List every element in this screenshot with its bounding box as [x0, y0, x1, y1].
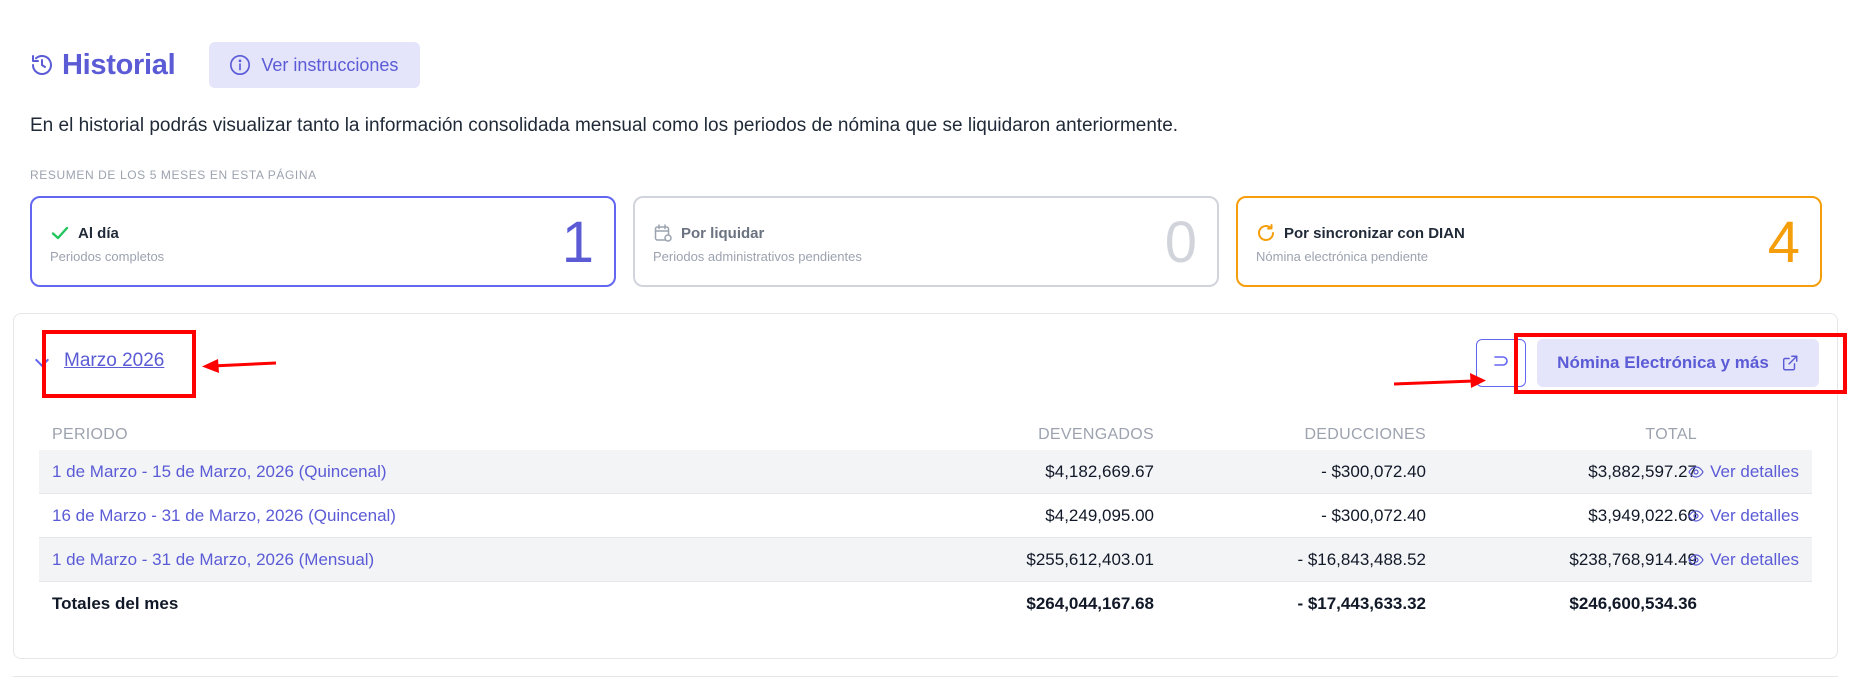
earnings-value: $255,612,403.01 [1026, 549, 1154, 569]
table-row: 1 de Marzo - 15 de Marzo, 2026 (Quincena… [39, 450, 1812, 494]
view-details-link[interactable]: Ver detalles [1688, 550, 1799, 570]
totals-deductions: - $17,443,633.32 [1297, 594, 1426, 613]
table-row: 1 de Marzo - 31 de Marzo, 2026 (Mensual)… [39, 538, 1812, 582]
header-total: TOTAL [1645, 426, 1697, 443]
view-details-label: Ver detalles [1710, 505, 1799, 525]
view-details-label: Ver detalles [1710, 461, 1799, 481]
collapse-icon [1491, 350, 1511, 376]
table-totals-row: Totales del mes $264,044,167.68 - $17,44… [39, 582, 1812, 626]
page-title: Historial [62, 48, 176, 81]
summary-card-subtitle: Periodos completos [50, 249, 165, 264]
summary-card-title-text: Al día [78, 224, 119, 242]
info-icon [229, 54, 251, 76]
totals-label: Totales del mes [52, 594, 179, 613]
summary-caption: RESUMEN DE LOS 5 MESES EN ESTA PÁGINA [30, 168, 317, 182]
header-earnings: DEVENGADOS [1038, 426, 1154, 443]
header-deductions: DEDUCCIONES [1304, 426, 1426, 443]
summary-card-count: 4 [1767, 210, 1800, 275]
summary-card-count: 1 [561, 210, 594, 275]
totals-total: $246,600,534.36 [1569, 594, 1697, 613]
summary-card-title-text: Por liquidar [681, 224, 765, 242]
summary-card-count: 0 [1164, 210, 1197, 275]
summary-card-title: Por sincronizar con DIAN [1256, 223, 1465, 243]
period-link[interactable]: 16 de Marzo - 31 de Marzo, 2026 (Quincen… [52, 506, 396, 526]
view-details-link[interactable]: Ver detalles [1688, 462, 1799, 482]
check-icon [50, 223, 70, 243]
period-link[interactable]: 1 de Marzo - 15 de Marzo, 2026 (Quincena… [52, 462, 387, 482]
header-period: PERIODO [52, 426, 128, 443]
eye-icon [1688, 553, 1704, 566]
total-value: $3,882,597.27 [1588, 461, 1697, 481]
summary-card-pending-liquidation[interactable]: Por liquidar Periodos administrativos pe… [633, 196, 1219, 287]
total-value: $3,949,022.60 [1588, 505, 1697, 525]
intro-text: En el historial podrás visualizar tanto … [30, 115, 1179, 136]
summary-card-title: Al día [50, 223, 119, 243]
summary-card-title-text: Por sincronizar con DIAN [1284, 224, 1465, 242]
totals-earnings: $264,044,167.68 [1026, 594, 1154, 613]
deductions-value: - $300,072.40 [1321, 461, 1426, 481]
deductions-value: - $300,072.40 [1321, 505, 1426, 525]
table-row: 16 de Marzo - 31 de Marzo, 2026 (Quincen… [39, 494, 1812, 538]
period-link[interactable]: 1 de Marzo - 31 de Marzo, 2026 (Mensual) [52, 550, 374, 570]
history-icon [30, 53, 54, 77]
page-header: Historial Ver instrucciones [30, 42, 421, 88]
view-details-label: Ver detalles [1710, 549, 1799, 569]
summary-card-up-to-date[interactable]: Al día Periodos completos 1 [30, 196, 616, 287]
deductions-value: - $16,843,488.52 [1297, 549, 1426, 569]
annotation-highlight-button [1514, 333, 1847, 394]
table-header: PERIODO DEVENGADOS DEDUCCIONES TOTAL [39, 420, 1812, 450]
next-panel-edge [13, 676, 1838, 677]
instructions-button[interactable]: Ver instrucciones [209, 42, 421, 88]
annotation-highlight-month [42, 330, 196, 398]
eye-icon [1688, 465, 1704, 478]
summary-card-subtitle: Periodos administrativos pendientes [653, 249, 862, 264]
earnings-value: $4,182,669.67 [1045, 461, 1154, 481]
summary-card-subtitle: Nómina electrónica pendiente [1256, 249, 1428, 264]
summary-card-dian-sync[interactable]: Por sincronizar con DIAN Nómina electrón… [1236, 196, 1822, 287]
view-details-link[interactable]: Ver detalles [1688, 506, 1799, 526]
annotation-arrow-right-icon [1393, 373, 1486, 388]
annotation-arrow-left-icon [202, 359, 277, 373]
summary-card-title: Por liquidar [653, 223, 764, 243]
eye-icon [1688, 509, 1704, 522]
refresh-icon [1256, 223, 1276, 243]
periods-table: PERIODO DEVENGADOS DEDUCCIONES TOTAL 1 d… [39, 420, 1812, 626]
calendar-icon [653, 223, 673, 243]
total-value: $238,768,914.49 [1569, 549, 1697, 569]
earnings-value: $4,249,095.00 [1045, 505, 1154, 525]
instructions-button-label: Ver instrucciones [261, 54, 399, 75]
